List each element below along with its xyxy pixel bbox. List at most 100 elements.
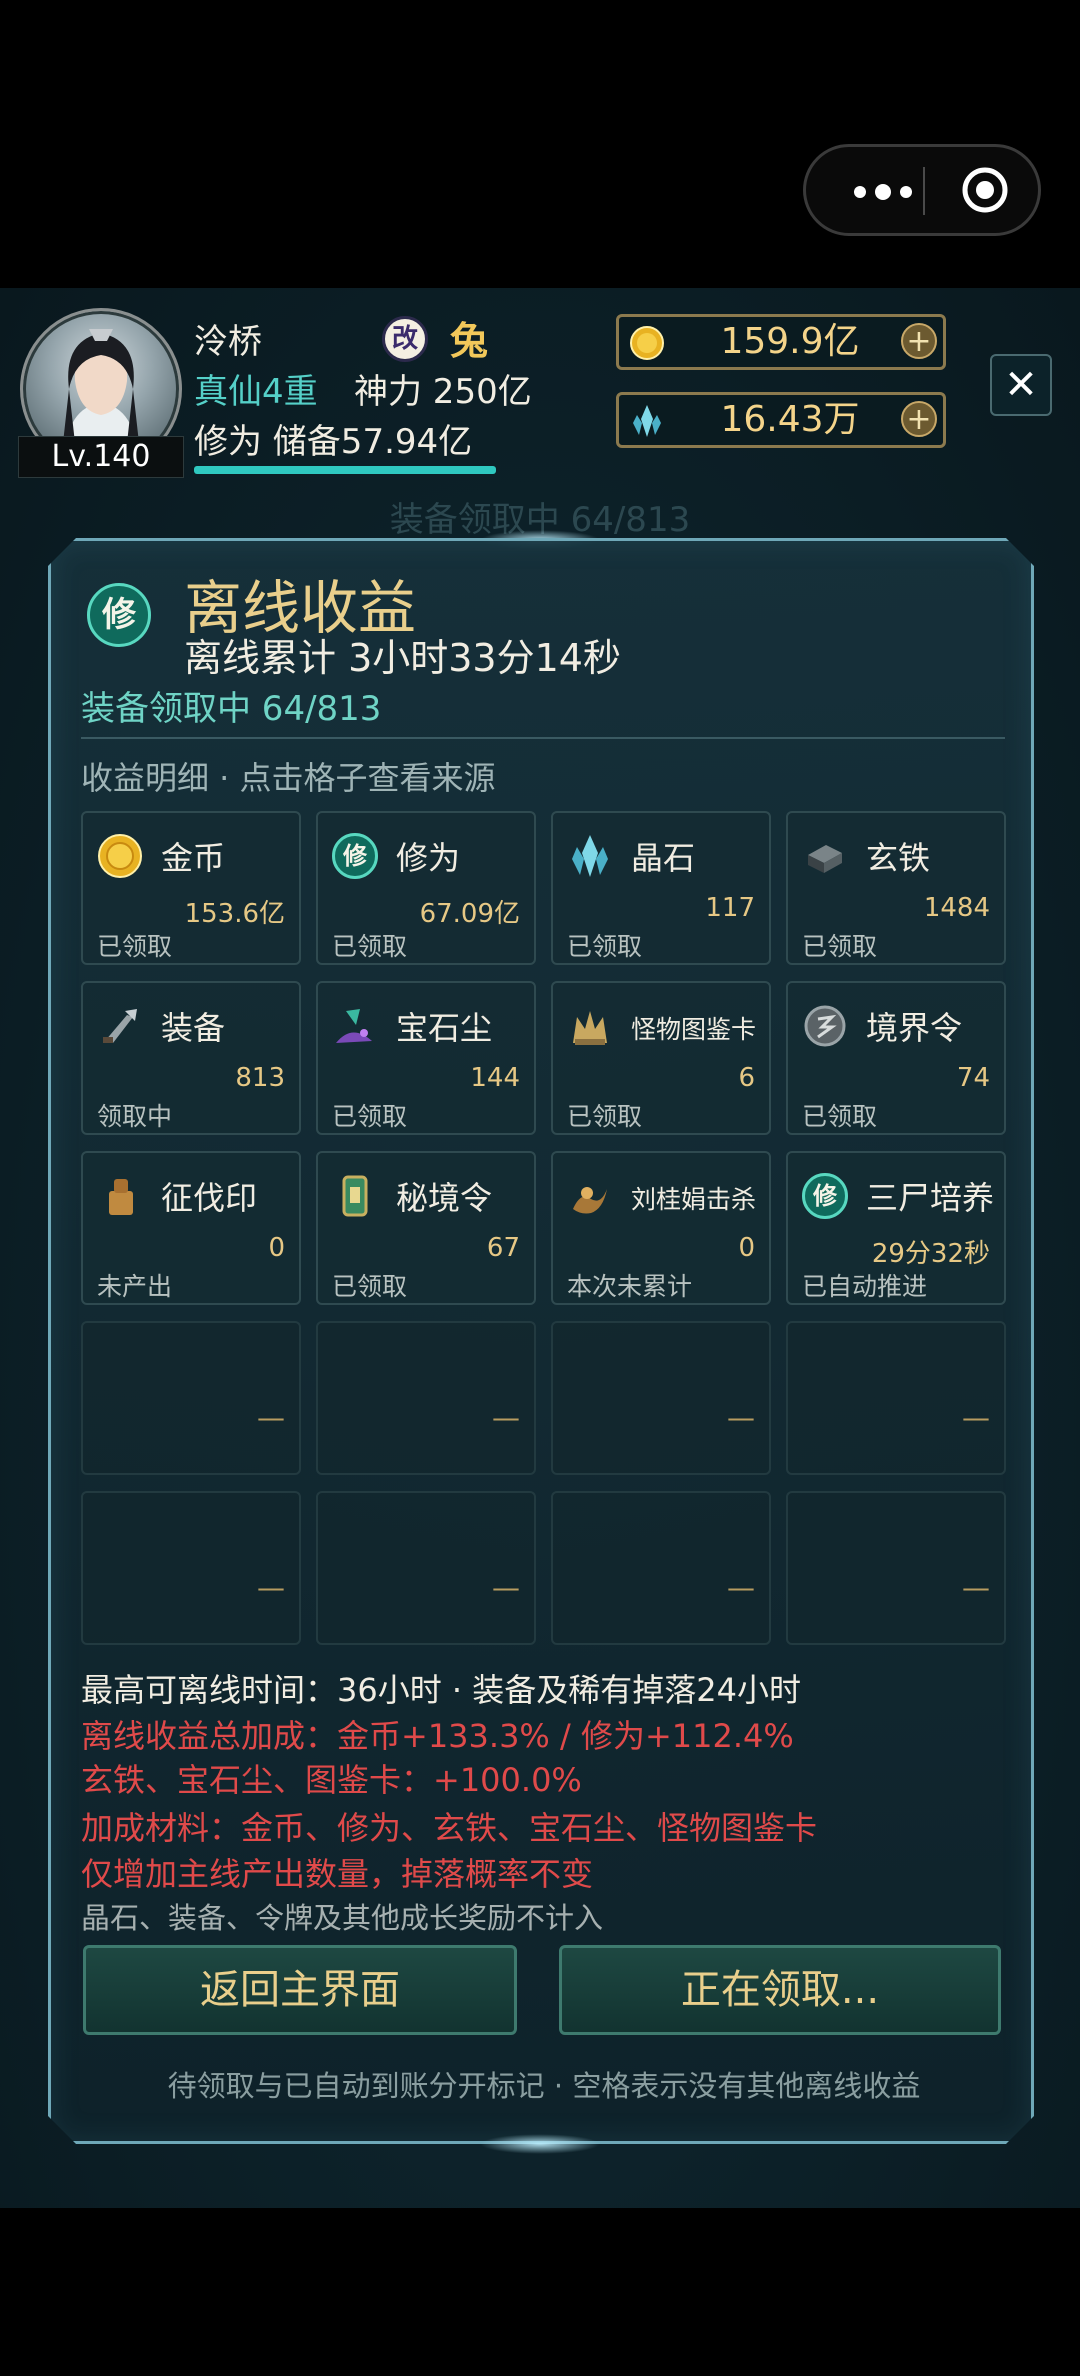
reward-status: 已自动推进 <box>802 1272 928 1301</box>
panel-divider <box>81 737 1005 739</box>
realm-token-icon <box>802 1003 848 1049</box>
max-offline-time: 最高可离线时间：36小时 · 装备及稀有掉落24小时 <box>81 1671 801 1709</box>
empty-cell: — <box>786 1491 1006 1645</box>
reward-value: 74 <box>956 1063 990 1093</box>
reward-name: 刘桂娟击杀 <box>631 1185 757 1214</box>
quantity-note: 仅增加主线产出数量，掉落概率不变 <box>81 1855 594 1893</box>
crystal-icon <box>633 405 661 437</box>
reward-status: 未产出 <box>97 1272 173 1301</box>
crystal-icon <box>567 833 613 879</box>
empty-cell: — <box>786 1321 1006 1475</box>
reward-value: 144 <box>470 1063 520 1093</box>
add-gold-button[interactable]: + <box>901 323 937 359</box>
reward-cell-iron[interactable]: 玄铁 1484 已领取 <box>786 811 1006 965</box>
reward-status: 已领取 <box>332 932 408 961</box>
close-button[interactable]: ✕ <box>990 354 1052 416</box>
equipment-icon <box>97 1003 143 1049</box>
reward-status: 已领取 <box>332 1272 408 1301</box>
empty-cell: — <box>81 1321 301 1475</box>
reward-cell-secret-token[interactable]: 秘境令 67 已领取 <box>316 1151 536 1305</box>
back-to-main-button[interactable]: 返回主界面 <box>83 1945 517 2035</box>
reward-cell-gem-dust[interactable]: 宝石尘 144 已领取 <box>316 981 536 1135</box>
reward-cell-kill[interactable]: 刘桂娟击杀 0 本次未累计 <box>551 1151 771 1305</box>
reward-name: 境界令 <box>866 1009 963 1047</box>
iron-icon <box>802 833 848 879</box>
reward-value: 813 <box>235 1063 285 1093</box>
system-status-area <box>0 0 1080 288</box>
reward-name: 装备 <box>161 1009 226 1047</box>
reward-value: 6 <box>738 1063 755 1093</box>
reward-cell-equipment[interactable]: 装备 813 领取中 <box>81 981 301 1135</box>
reward-name: 金币 <box>161 839 226 877</box>
bonus-material-list: 加成材料：金币、修为、玄铁、宝石尘、怪物图鉴卡 <box>81 1809 818 1847</box>
reward-status: 已领取 <box>802 1102 878 1131</box>
zodiac-label: 兔 <box>450 319 489 363</box>
reward-cell-monster-card[interactable]: 怪物图鉴卡 6 已领取 <box>551 981 771 1135</box>
reward-name: 晶石 <box>631 839 696 877</box>
reward-name: 宝石尘 <box>396 1009 493 1047</box>
bonus-total: 离线收益总加成：金币+133.3% / 修为+112.4% <box>81 1717 794 1755</box>
claiming-button[interactable]: 正在领取... <box>559 1945 1001 2035</box>
reward-name: 秘境令 <box>396 1179 493 1217</box>
gold-coin-icon <box>630 326 664 360</box>
more-menu-icon[interactable] <box>838 177 928 207</box>
offline-rewards-panel: 修 离线收益 离线累计 3小时33分14秒 装备领取中 64/813 收益明细 … <box>48 538 1034 2144</box>
empty-dash: — <box>257 1571 285 1604</box>
capsule-divider <box>923 167 925 215</box>
reward-name: 修为 <box>396 839 461 877</box>
reward-cell-gold[interactable]: 金币 153.6亿 已领取 <box>81 811 301 965</box>
reward-value: 0 <box>738 1233 755 1263</box>
add-crystal-button[interactable]: + <box>901 401 937 437</box>
xiuwei-progress-bar <box>194 466 496 474</box>
reward-value: 29分32秒 <box>871 1239 990 1269</box>
gem-dust-icon <box>332 1003 378 1049</box>
reward-status: 已领取 <box>567 1102 643 1131</box>
gold-currency: 159.9亿 + <box>616 314 946 370</box>
reward-status: 已领取 <box>332 1102 408 1131</box>
rename-badge[interactable]: 改 <box>382 316 428 362</box>
bonus-materials: 玄铁、宝石尘、图鉴卡：+100.0% <box>81 1761 582 1799</box>
close-program-icon[interactable] <box>960 165 1010 215</box>
seal-icon <box>97 1173 143 1219</box>
reward-cell-seal[interactable]: 征伐印 0 未产出 <box>81 1151 301 1305</box>
empty-dash: — <box>727 1571 755 1604</box>
reward-value: 67 <box>486 1233 520 1263</box>
equipment-claim-status: 装备领取中 64/813 <box>81 689 382 729</box>
detail-label: 收益明细 · 点击格子查看来源 <box>81 759 496 797</box>
reward-name: 三尸培养 <box>866 1179 995 1217</box>
reward-cell-crystal[interactable]: 晶石 117 已领取 <box>551 811 771 965</box>
empty-cell: — <box>316 1491 536 1645</box>
reward-value: 67.09亿 <box>419 899 520 929</box>
reward-cell-realm-token[interactable]: 境界令 74 已领取 <box>786 981 1006 1135</box>
reward-value: 1484 <box>923 893 990 923</box>
offline-duration: 离线累计 3小时33分14秒 <box>184 636 621 680</box>
footer-note: 待领取与已自动到账分开标记 · 空格表示没有其他离线收益 <box>167 2069 921 2103</box>
reward-name: 怪物图鉴卡 <box>631 1015 757 1044</box>
player-level: Lv.140 <box>18 436 184 478</box>
player-name: 泠桥 <box>194 322 262 362</box>
kill-icon <box>567 1173 613 1219</box>
empty-cell: — <box>316 1321 536 1475</box>
reward-status: 本次未累计 <box>567 1272 693 1301</box>
empty-dash: — <box>962 1401 990 1434</box>
empty-dash: — <box>257 1401 285 1434</box>
player-xiuwei: 修为 储备57.94亿 <box>194 422 473 462</box>
xiuwei-icon: 修 <box>332 833 378 879</box>
player-power: 神力 250亿 <box>354 372 532 412</box>
panel-glow-bottom <box>480 2134 600 2154</box>
reward-status: 已领取 <box>802 932 878 961</box>
xiuwei-icon: 修 <box>87 583 151 647</box>
empty-dash: — <box>492 1571 520 1604</box>
reward-value: 117 <box>705 893 755 923</box>
monster-card-icon <box>567 1003 613 1049</box>
reward-cell-sanshi[interactable]: 修 三尸培养 29分32秒 已自动推进 <box>786 1151 1006 1305</box>
empty-dash: — <box>962 1571 990 1604</box>
bottom-bar <box>0 2208 1080 2376</box>
crystal-amount: 16.43万 <box>720 399 860 440</box>
reward-cell-xiuwei[interactable]: 修 修为 67.09亿 已领取 <box>316 811 536 965</box>
reward-name: 征伐印 <box>161 1179 258 1217</box>
excluded-note: 晶石、装备、令牌及其他成长奖励不计入 <box>81 1901 604 1935</box>
empty-cell: — <box>551 1321 771 1475</box>
reward-status: 领取中 <box>97 1102 173 1131</box>
gold-amount: 159.9亿 <box>720 321 860 362</box>
